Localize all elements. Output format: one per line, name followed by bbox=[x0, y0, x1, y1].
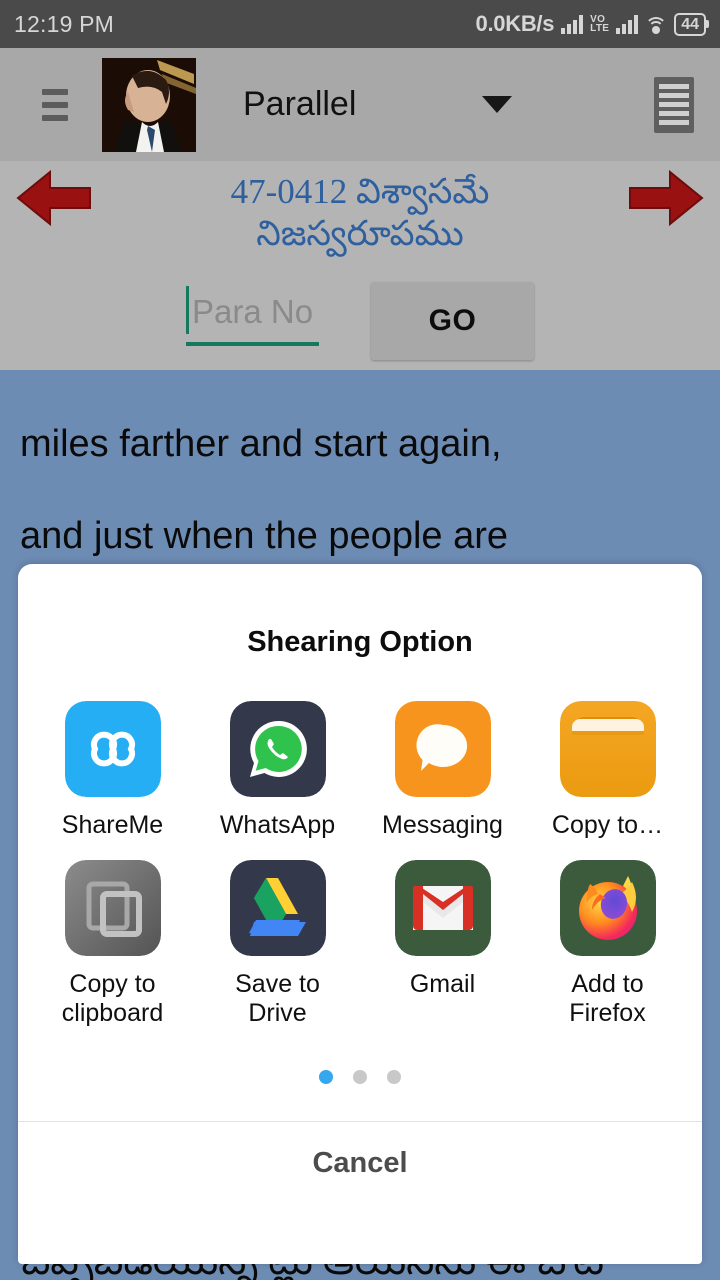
wifi-icon bbox=[645, 15, 668, 34]
share-target-label: ShareMe bbox=[61, 811, 164, 839]
share-target-shareme[interactable]: ShareMe bbox=[30, 701, 195, 840]
share-target-label: Copy to… bbox=[551, 811, 664, 839]
share-target-label: WhatsApp bbox=[219, 811, 336, 839]
signal-bars-icon-1 bbox=[561, 14, 584, 34]
share-target-label: Copy to clipboard bbox=[61, 970, 164, 1027]
share-target-label: Add to Firefox bbox=[569, 970, 646, 1027]
copy-to-folder-icon bbox=[559, 701, 656, 797]
sermon-ref-line-1: 47-0412 విశ్వాసమే bbox=[230, 172, 490, 211]
share-target-copy-to-clipboard[interactable]: Copy to clipboard bbox=[30, 860, 195, 1028]
status-bar: 12:19 PM 0.0KB/s VO LTE 44 bbox=[0, 0, 720, 48]
para-no-placeholder: Para No bbox=[192, 293, 314, 330]
share-target-add-to-firefox[interactable]: Add to Firefox bbox=[525, 860, 690, 1028]
para-no-input[interactable]: Para No bbox=[186, 282, 319, 346]
clipboard-icon bbox=[64, 860, 161, 956]
go-button[interactable]: GO bbox=[371, 282, 534, 360]
share-target-gmail[interactable]: Gmail bbox=[360, 860, 525, 1028]
signal-bars-icon-2 bbox=[616, 14, 639, 34]
messaging-icon bbox=[394, 701, 491, 797]
app-bar: Parallel bbox=[0, 48, 720, 161]
arrow-left-icon[interactable] bbox=[14, 168, 92, 228]
firefox-icon bbox=[559, 860, 656, 956]
share-target-label: Gmail bbox=[409, 970, 476, 998]
share-target-grid: ShareMe WhatsApp Messaging Copy to… Copy… bbox=[18, 701, 702, 1028]
document-list-icon[interactable] bbox=[654, 76, 694, 133]
share-target-label: Save to Drive bbox=[235, 970, 320, 1027]
speaker-portrait-avatar[interactable] bbox=[102, 57, 196, 152]
whatsapp-icon bbox=[229, 701, 326, 797]
google-drive-icon bbox=[229, 860, 326, 956]
share-dialog: Shearing Option ShareMe WhatsApp Messagi… bbox=[18, 564, 702, 1264]
arrow-right-icon[interactable] bbox=[628, 168, 706, 228]
paragraph-jump-row: Para No GO bbox=[0, 282, 720, 360]
share-page-indicator bbox=[18, 1070, 702, 1084]
text-cursor bbox=[186, 286, 189, 334]
page-dot[interactable] bbox=[387, 1070, 401, 1084]
shareme-icon bbox=[64, 701, 161, 797]
share-target-label: Messaging bbox=[382, 811, 503, 839]
volte-icon: VO LTE bbox=[590, 15, 610, 34]
page-title: Parallel bbox=[243, 85, 357, 123]
gmail-icon bbox=[394, 860, 491, 956]
share-target-messaging[interactable]: Messaging bbox=[360, 701, 525, 840]
network-speed-label: 0.0KB/s bbox=[475, 11, 555, 36]
hamburger-icon[interactable] bbox=[42, 88, 74, 121]
battery-icon: 44 bbox=[674, 12, 706, 36]
sermon-reference-title: 47-0412 విశ్వాసమే నిజస్వరూపము bbox=[140, 171, 580, 255]
volte-bottom-label: LTE bbox=[590, 23, 610, 34]
chevron-down-icon[interactable] bbox=[482, 96, 513, 113]
page-dot-active[interactable] bbox=[319, 1070, 333, 1084]
phone-screen: 12:19 PM 0.0KB/s VO LTE 44 Parallel 47-0… bbox=[0, 0, 720, 1280]
page-dot[interactable] bbox=[353, 1070, 367, 1084]
share-dialog-title: Shearing Option bbox=[247, 626, 473, 658]
share-target-save-to-drive[interactable]: Save to Drive bbox=[195, 860, 360, 1028]
content-line: miles farther and start again, bbox=[20, 423, 502, 465]
status-time: 12:19 PM bbox=[14, 10, 115, 37]
share-target-whatsapp[interactable]: WhatsApp bbox=[195, 701, 360, 840]
share-target-copy-to[interactable]: Copy to… bbox=[525, 701, 690, 840]
cancel-button[interactable]: Cancel bbox=[18, 1122, 702, 1204]
sermon-ref-line-2: నిజస్వరూపము bbox=[256, 214, 464, 253]
status-indicators: 0.0KB/s VO LTE 44 bbox=[476, 11, 706, 37]
